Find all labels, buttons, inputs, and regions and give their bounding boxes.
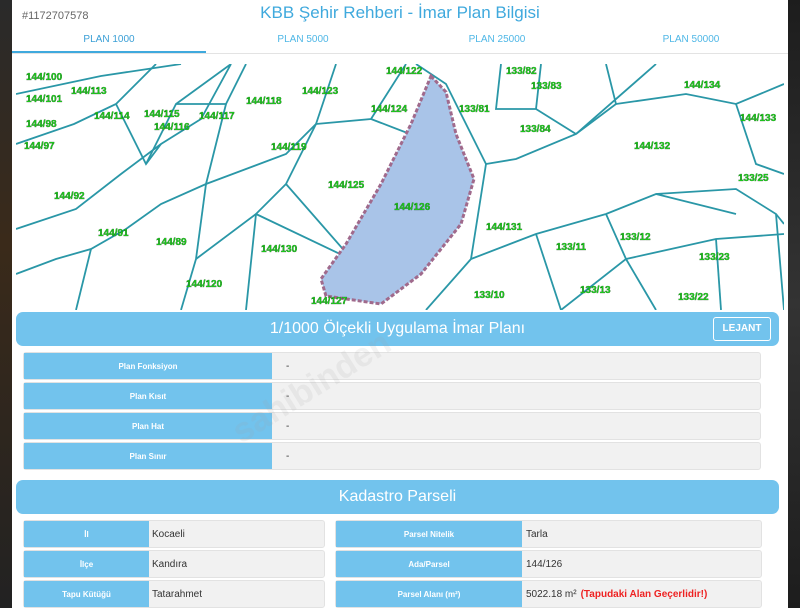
imar-modal: #1172707578 KBB Şehir Rehberi - İmar Pla… — [12, 0, 788, 608]
parcel-number-label: 144/130 — [261, 244, 298, 255]
kadastro-row-value: 5022.18 m² (Tapudaki Alan Geçerlidir!) — [526, 581, 707, 607]
parcel-number-label: 133/81 — [459, 104, 490, 115]
parcel-number-label: 144/126 — [394, 202, 431, 213]
parcel-number-label: 133/11 — [556, 242, 586, 253]
kadastro-row-label: Tapu Kütüğü — [24, 581, 149, 607]
tab-plan-5000[interactable]: PLAN 5000 — [206, 28, 400, 53]
plan-tabs: PLAN 1000 PLAN 5000 PLAN 25000 PLAN 5000… — [12, 28, 788, 54]
parcel-number-label: 144/89 — [156, 237, 187, 248]
imar-row-plan-hat: Plan Hat - — [23, 412, 761, 440]
parcel-area-warning: (Tapudaki Alan Geçerlidir!) — [580, 588, 708, 600]
parcel-number-label: 133/10 — [474, 290, 505, 301]
parcel-number-label: 144/119 — [271, 142, 307, 153]
parcel-number-label: 144/122 — [386, 66, 423, 77]
parcel-area-value: 5022.18 m² — [526, 588, 577, 600]
parcel-number-label: 144/116 — [154, 122, 190, 133]
parcel-number-label: 144/91 — [98, 228, 129, 239]
parcel-number-label: 144/132 — [634, 141, 671, 152]
kadastro-row-label: İl — [24, 521, 149, 547]
legend-button[interactable]: LEJANT — [713, 317, 771, 341]
kadastro-row-value: Tatarahmet — [152, 588, 203, 600]
parcel-number-label: 144/92 — [54, 191, 85, 202]
parcel-number-label: 133/25 — [738, 173, 769, 184]
kadastro-row-value: Kandıra — [152, 558, 188, 570]
kadastro-row-value: Kocaeli — [152, 528, 185, 540]
tab-plan-1000[interactable]: PLAN 1000 — [12, 28, 206, 53]
parcel-number-label: 144/113 — [71, 86, 107, 97]
parcel-number-label: 144/118 — [246, 96, 282, 107]
parcel-number-label: 133/13 — [580, 285, 611, 296]
kadastro-row-label: Parsel Nitelik — [336, 521, 522, 547]
kadastro-row-il: İl Kocaeli — [23, 520, 325, 548]
parcel-number-label: 133/12 — [620, 232, 651, 243]
kadastro-row-ilce: İlçe Kandıra — [23, 550, 325, 578]
tab-plan-25000[interactable]: PLAN 25000 — [400, 28, 594, 53]
kadastro-row-label: Ada/Parsel — [336, 551, 522, 577]
imar-plan-heading-bar: 1/1000 Ölçekli Uygulama İmar Planı LEJAN… — [16, 312, 779, 346]
parcel-number-label: 144/101 — [26, 94, 63, 105]
parcel-number-label: 144/124 — [371, 104, 408, 115]
parcel-number-label: 133/83 — [531, 81, 562, 92]
parcel-number-label: 144/97 — [24, 141, 55, 152]
imar-row-value: - — [286, 360, 290, 372]
kadastro-row-label: Parsel Alanı (m²) — [336, 581, 522, 607]
imar-row-label: Plan Kısıt — [24, 383, 272, 409]
parcel-number-label: 144/133 — [740, 113, 777, 124]
imar-row-plan-sinir: Plan Sınır - — [23, 442, 761, 470]
parcel-number-label: 144/123 — [302, 86, 339, 97]
kadastro-row-tapu-kutugu: Tapu Kütüğü Tatarahmet — [23, 580, 325, 608]
imar-row-label: Plan Sınır — [24, 443, 272, 469]
parcel-number-label: 144/134 — [684, 80, 721, 91]
kadastro-row-value: Tarla — [526, 528, 548, 540]
kadastro-row-parsel-nitelik: Parsel Nitelik Tarla — [335, 520, 762, 548]
kadastro-heading: Kadastro Parseli — [338, 488, 457, 505]
imar-plan-heading: 1/1000 Ölçekli Uygulama İmar Planı — [269, 320, 526, 337]
kadastro-heading-bar: Kadastro Parseli — [16, 480, 779, 514]
parcel-number-label: 144/120 — [186, 279, 223, 290]
background-left — [0, 0, 12, 608]
parcel-map-svg[interactable]: 144/122 133/82 133/83 144/134 144/100 144/113… — [16, 64, 784, 310]
parcel-number-label: 144/117 — [199, 111, 235, 122]
kadastro-row-ada-parsel: Ada/Parsel 144/126 — [335, 550, 762, 578]
modal-title: KBB Şehir Rehberi - İmar Plan Bilgisi — [260, 3, 540, 22]
parcel-number-label: 133/22 — [678, 292, 709, 303]
parcel-number-label: 144/125 — [328, 180, 365, 191]
parcel-number-label: 144/115 — [144, 109, 180, 120]
parcel-number-label: 133/84 — [520, 124, 551, 135]
kadastro-row-parsel-alani: Parsel Alanı (m²) 5022.18 m² (Tapudaki A… — [335, 580, 762, 608]
parcel-number-label: 144/100 — [26, 72, 63, 83]
parcel-number-label: 144/127 — [311, 296, 348, 307]
parcel-number-label: 144/114 — [94, 111, 130, 122]
imar-row-value: - — [286, 450, 290, 462]
tab-plan-50000[interactable]: PLAN 50000 — [594, 28, 788, 53]
parcel-number-label: 144/131 — [486, 222, 523, 233]
imar-row-plan-kisit: Plan Kısıt - — [23, 382, 761, 410]
parcel-number-label: 133/82 — [506, 66, 537, 77]
imar-row-label: Plan Fonksiyon — [24, 353, 272, 379]
parcel-number-label: 144/98 — [26, 119, 57, 130]
background-right — [788, 0, 800, 608]
parcel-map[interactable]: 144/122 133/82 133/83 144/134 144/100 144/113… — [16, 64, 784, 310]
parcel-number-label: 133/23 — [699, 252, 730, 263]
kadastro-row-value: 144/126 — [526, 558, 563, 570]
kadastro-row-label: İlçe — [24, 551, 149, 577]
